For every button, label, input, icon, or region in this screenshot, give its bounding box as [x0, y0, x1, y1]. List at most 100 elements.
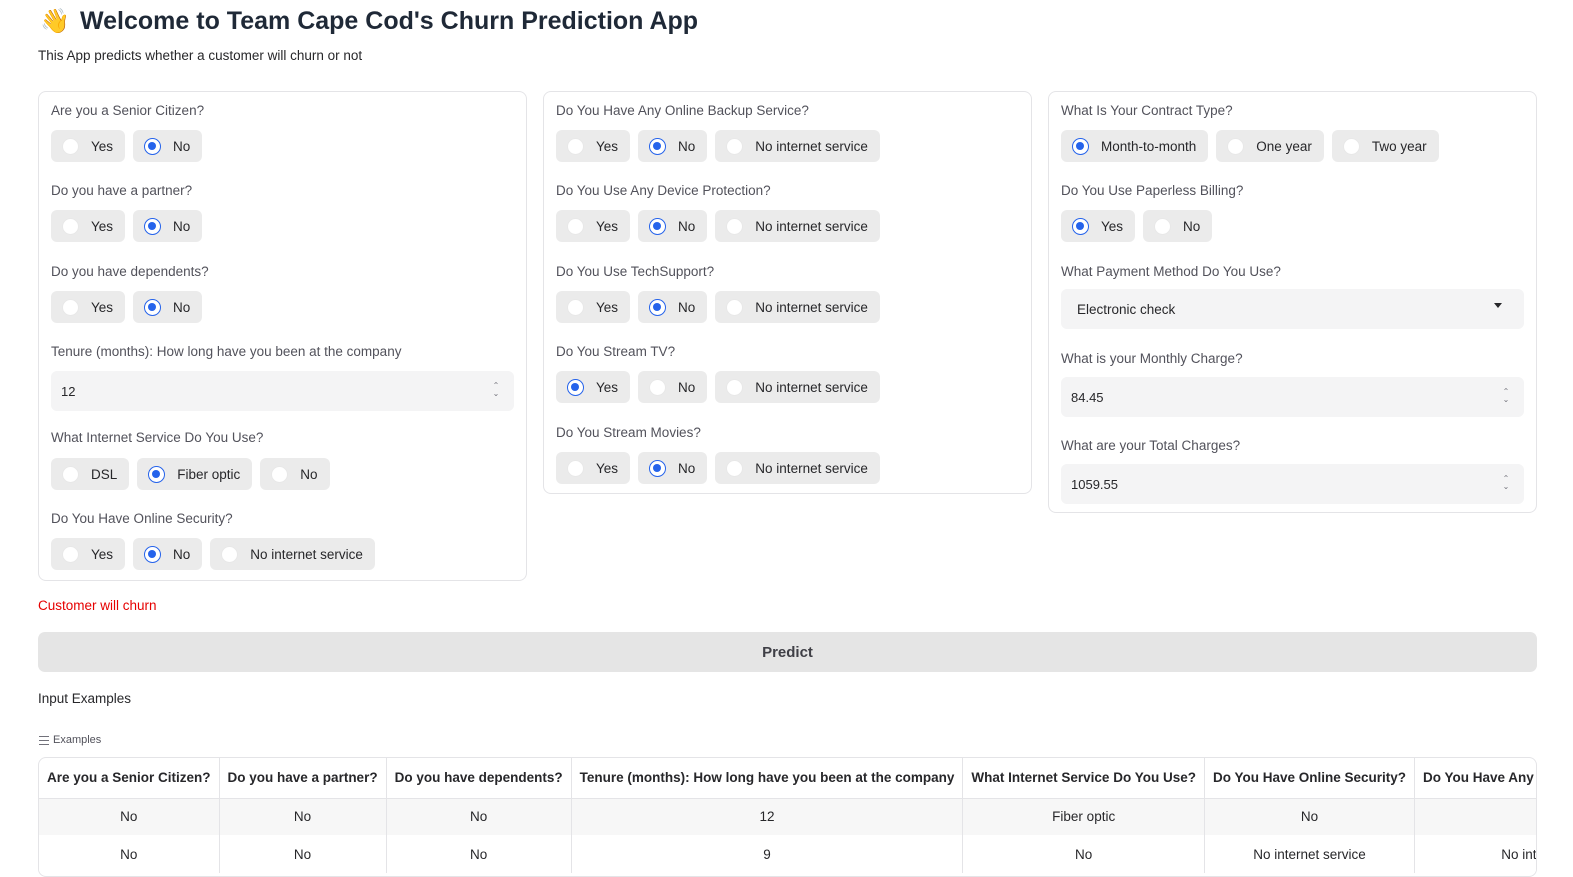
radio-unchecked-icon[interactable] [567, 298, 584, 316]
tv-option[interactable]: No internet service [715, 371, 880, 403]
radio-unchecked-icon[interactable] [62, 465, 79, 483]
paperless-option[interactable]: No [1143, 210, 1213, 242]
radio-unchecked-icon[interactable] [271, 465, 289, 483]
radio-unchecked-icon[interactable] [649, 378, 667, 396]
radio-checked-icon[interactable] [649, 217, 667, 235]
internet-option[interactable]: No [260, 458, 330, 490]
radio-checked-icon[interactable] [144, 298, 162, 316]
total-input[interactable]: 1059.55 ⌃ ⌄ [1061, 464, 1524, 504]
predict-button[interactable]: Predict [38, 632, 1537, 672]
contract-option[interactable]: Two year [1331, 130, 1439, 162]
radio-checked-icon[interactable] [649, 137, 667, 155]
security-option[interactable]: No internet service [210, 538, 375, 570]
tv-option[interactable]: Yes [556, 371, 631, 403]
radio-unchecked-icon[interactable] [221, 545, 239, 563]
tv-option[interactable]: No [638, 371, 708, 403]
movies-option[interactable]: No internet service [715, 452, 880, 484]
movies-option[interactable]: Yes [556, 452, 631, 484]
radio-unchecked-icon[interactable] [567, 217, 584, 235]
device-option[interactable]: No [638, 210, 708, 242]
radio-checked-icon[interactable] [1072, 137, 1089, 155]
partner-label: Do you have a partner? [51, 183, 193, 198]
radio-unchecked-icon[interactable] [1154, 217, 1172, 235]
contract-option[interactable]: Month-to-month [1061, 130, 1209, 162]
radio-checked-icon[interactable] [144, 217, 162, 235]
table-cell: No [386, 797, 572, 835]
radio-checked-icon[interactable] [1072, 217, 1089, 235]
radio-unchecked-icon[interactable] [62, 217, 79, 235]
radio-unchecked-icon[interactable] [726, 459, 744, 477]
dependents-option[interactable]: Yes [51, 291, 126, 323]
column-header[interactable]: Do You Have Any Online Backup Service? [1414, 758, 1536, 798]
monthly-input[interactable]: 84.45 ⌃ ⌄ [1061, 377, 1524, 417]
radio-unchecked-icon[interactable] [62, 298, 79, 316]
contract-option-label: Two year [1371, 138, 1427, 154]
techsupport-option[interactable]: No internet service [715, 291, 880, 323]
column-header[interactable]: Do You Have Online Security? [1204, 758, 1416, 798]
table-row[interactable]: NoNoNo12Fiber opticNoNo [39, 797, 1536, 835]
table-cell: No [962, 835, 1205, 873]
list-icon [39, 735, 49, 745]
column-header[interactable]: Do you have a partner? [219, 758, 387, 798]
tenure-stepper-icon[interactable]: ⌃ ⌄ [490, 381, 502, 399]
techsupport-option-label: No internet service [755, 299, 868, 315]
radio-unchecked-icon[interactable] [726, 137, 744, 155]
column-header[interactable]: Are you a Senior Citizen? [39, 758, 220, 798]
column-header[interactable]: Do you have dependents? [386, 758, 572, 798]
radio-unchecked-icon[interactable] [726, 378, 744, 396]
partner-option[interactable]: No [133, 210, 203, 242]
chevron-down-icon[interactable] [1494, 303, 1502, 308]
radio-checked-icon[interactable] [649, 459, 667, 477]
senior-option-label: Yes [91, 138, 114, 154]
senior-option[interactable]: No [133, 130, 203, 162]
radio-unchecked-icon[interactable] [726, 298, 744, 316]
radio-unchecked-icon[interactable] [62, 137, 79, 155]
table-cell: 9 [571, 835, 964, 873]
device-label: Do You Use Any Device Protection? [556, 183, 771, 198]
total-stepper-icon[interactable]: ⌃ ⌄ [1500, 474, 1512, 492]
radio-unchecked-icon[interactable] [567, 137, 584, 155]
radio-checked-icon[interactable] [144, 137, 162, 155]
radio-unchecked-icon[interactable] [62, 545, 79, 563]
security-option[interactable]: No [133, 538, 203, 570]
table-row[interactable]: NoNoNo9NoNo internet serviceNo internet … [39, 835, 1536, 873]
dependents-option[interactable]: No [133, 291, 203, 323]
techsupport-option[interactable]: No [638, 291, 708, 323]
radio-checked-icon[interactable] [148, 465, 166, 483]
payment-dropdown[interactable]: Electronic check [1061, 289, 1524, 329]
tenure-input[interactable]: 12 ⌃ ⌄ [51, 371, 514, 411]
internet-option-label: DSL [91, 466, 118, 482]
senior-option[interactable]: Yes [51, 130, 126, 162]
security-option[interactable]: Yes [51, 538, 126, 570]
payment-label: What Payment Method Do You Use? [1061, 264, 1281, 279]
backup-option[interactable]: Yes [556, 130, 631, 162]
partner-option[interactable]: Yes [51, 210, 126, 242]
internet-radio-group: DSL Fiber optic No [51, 458, 330, 490]
paperless-option[interactable]: Yes [1061, 210, 1136, 242]
backup-option[interactable]: No [638, 130, 708, 162]
contract-option[interactable]: One year [1216, 130, 1324, 162]
techsupport-option[interactable]: Yes [556, 291, 631, 323]
column-header[interactable]: What Internet Service Do You Use? [962, 758, 1205, 798]
backup-option-label: No internet service [755, 138, 868, 154]
device-option[interactable]: No internet service [715, 210, 880, 242]
table-cell: No internet service [1414, 835, 1536, 873]
column-header[interactable]: Tenure (months): How long have you been … [571, 758, 964, 798]
internet-option[interactable]: DSL [51, 458, 130, 490]
internet-option[interactable]: Fiber optic [137, 458, 253, 490]
radio-checked-icon[interactable] [567, 378, 584, 396]
radio-checked-icon[interactable] [649, 298, 667, 316]
radio-unchecked-icon[interactable] [1342, 137, 1360, 155]
senior-radio-group: Yes No [51, 130, 203, 162]
radio-unchecked-icon[interactable] [726, 217, 744, 235]
movies-option[interactable]: No [638, 452, 708, 484]
radio-unchecked-icon[interactable] [1227, 137, 1245, 155]
radio-checked-icon[interactable] [144, 545, 162, 563]
waving-hand-icon: 👋 [40, 7, 70, 35]
monthly-stepper-icon[interactable]: ⌃ ⌄ [1500, 387, 1512, 405]
internet-option-label: Fiber optic [177, 466, 241, 482]
backup-option[interactable]: No internet service [715, 130, 880, 162]
device-option[interactable]: Yes [556, 210, 631, 242]
tenure-value: 12 [61, 383, 76, 399]
radio-unchecked-icon[interactable] [567, 459, 584, 477]
